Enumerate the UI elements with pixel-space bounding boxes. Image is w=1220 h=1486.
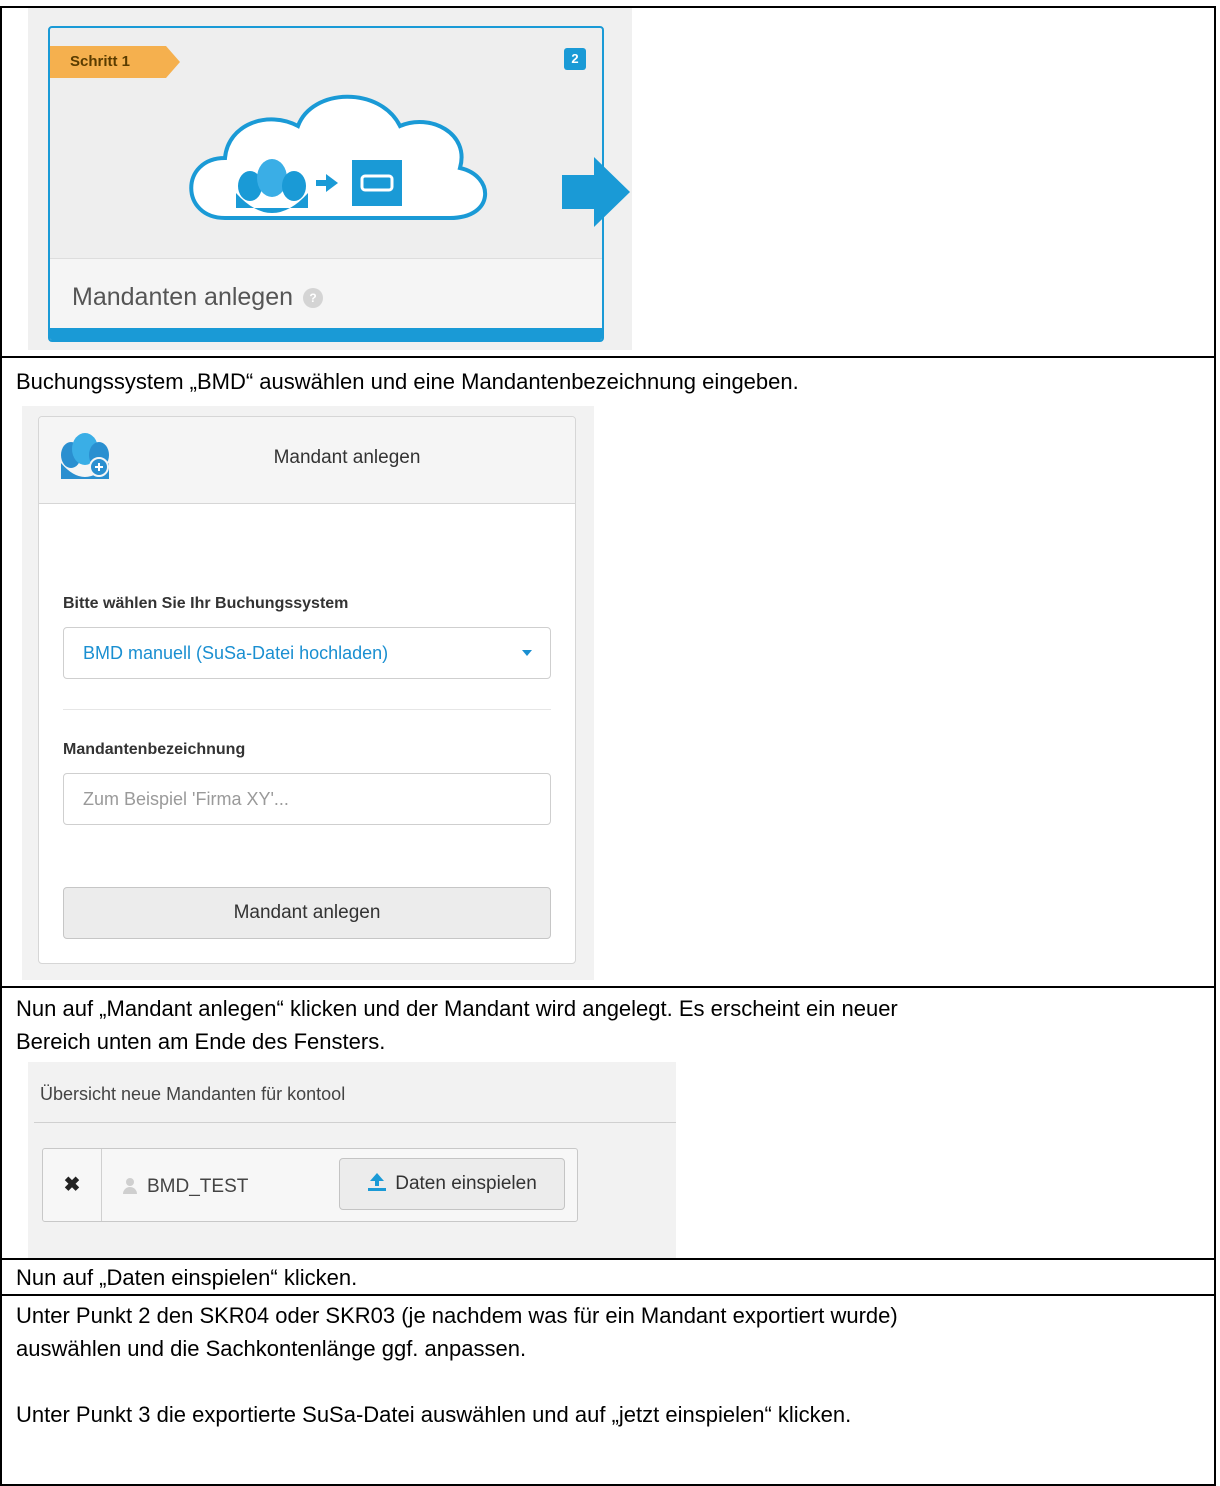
instruction-text: Nun auf „Daten einspielen“ klicken. [16,1265,358,1290]
client-name-input[interactable] [63,773,551,825]
step-title-text: Mandanten anlegen [72,283,294,311]
clients-cloud-icon [189,94,487,220]
instruction-text: Nun auf „Mandant anlegen“ klicken und de… [2,988,1214,1058]
chevron-down-icon [522,650,532,656]
user-icon [123,1178,137,1194]
instruction-text: Unter Punkt 2 den SKR04 oder SKR03 (je n… [2,1296,1214,1431]
create-client-panel: Mandant anlegen Bitte wählen Sie Ihr Buc… [38,416,576,964]
step-screenshot: Schritt 1 2 Mandanten anlegen? [28,8,632,350]
instruction-line: Unter Punkt 2 den SKR04 oder SKR03 (je n… [16,1303,898,1328]
overview-title: Übersicht neue Mandanten für kontool [40,1084,346,1104]
instruction-line: Bereich unten am Ende des Fensters. [16,1029,386,1054]
step-active-bar [50,328,602,340]
help-icon[interactable]: ? [303,288,324,309]
instruction-line: auswählen und die Sachkontenlänge ggf. a… [16,1336,527,1361]
overview-screenshot: Übersicht neue Mandanten für kontool ✖ B… [28,1062,676,1258]
form-row: Buchungssystem „BMD“ auswählen und eine … [2,358,1216,988]
panel-header: Mandant anlegen [39,417,575,504]
step-title: Mandanten anlegen? [72,283,324,312]
create-client-button[interactable]: Mandant anlegen [63,887,551,939]
client-name-label: Mandantenbezeichnung [63,741,246,758]
overview-row: Nun auf „Mandant anlegen“ klicken und de… [2,988,1216,1260]
instruction-line: Unter Punkt 3 die exportierte SuSa-Datei… [16,1402,852,1427]
form-screenshot: Mandant anlegen Bitte wählen Sie Ihr Buc… [22,406,594,980]
step-card[interactable]: Schritt 1 2 Mandanten anlegen? [48,26,604,342]
list-item: ✖ BMD_TEST Daten einspielen [42,1148,578,1222]
step-footer: Mandanten anlegen? [50,258,602,331]
close-icon[interactable]: ✖ [43,1149,102,1221]
divider [63,709,551,710]
booking-system-label: Bitte wählen Sie Ihr Buchungssystem [63,595,349,612]
client-name: BMD_TEST [123,1176,248,1198]
import-data-button[interactable]: Daten einspielen [339,1158,565,1210]
document-table: Schritt 1 2 Mandanten anlegen? Buchungss… [0,6,1216,1486]
instruction-line: Nun auf „Mandant anlegen“ klicken und de… [16,996,898,1021]
arrow-right-icon [562,157,630,227]
import-data-label: Daten einspielen [395,1173,537,1194]
step-row: Schritt 1 2 Mandanten anlegen? [2,8,1216,358]
panel-title: Mandant anlegen [273,447,421,468]
instruction-text: Buchungssystem „BMD“ auswählen und eine … [16,369,799,394]
instruction-row: Nun auf „Daten einspielen“ klicken. [2,1260,1216,1296]
client-name-text: BMD_TEST [147,1176,249,1197]
instruction-row: Unter Punkt 2 den SKR04 oder SKR03 (je n… [2,1296,1216,1486]
booking-system-select[interactable]: BMD manuell (SuSa-Datei hochladen) [63,627,551,679]
upload-icon [368,1173,387,1191]
booking-system-value: BMD manuell (SuSa-Datei hochladen) [83,643,389,663]
divider [34,1122,676,1123]
